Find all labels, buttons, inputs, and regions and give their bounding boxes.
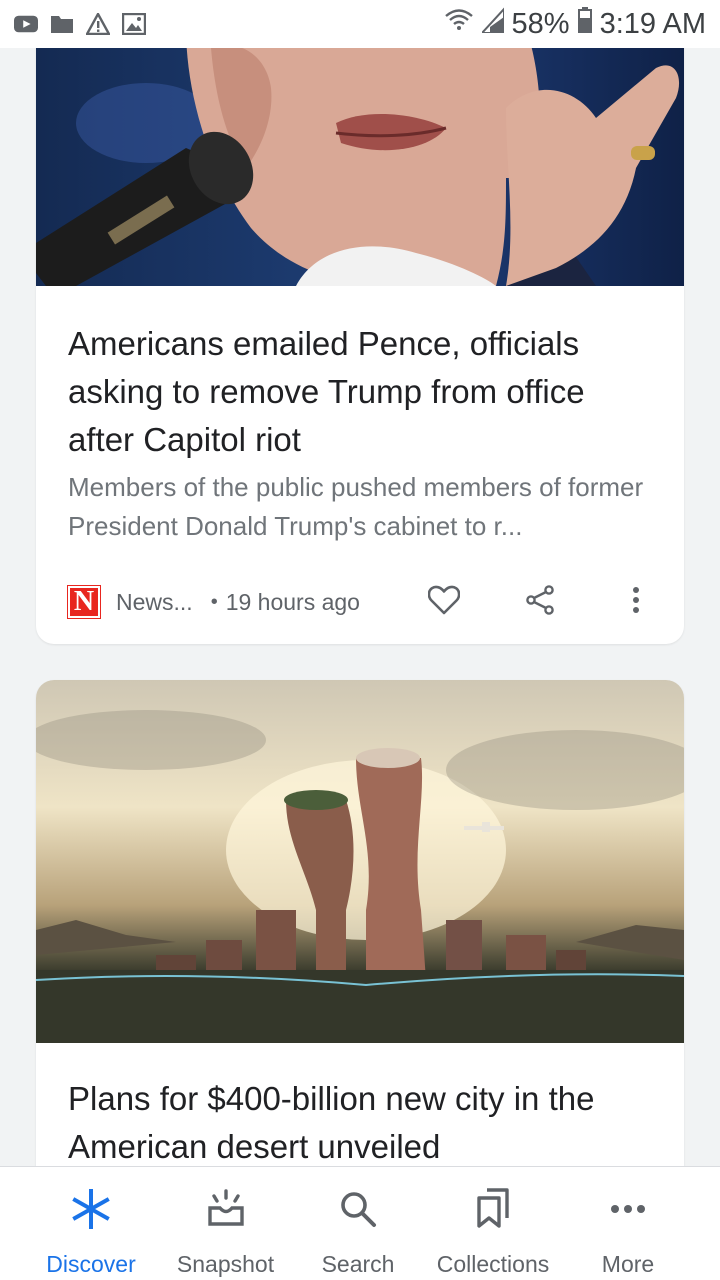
collections-icon [471, 1187, 515, 1231]
overflow-menu-button[interactable] [616, 582, 656, 622]
share-icon [525, 584, 555, 620]
battery-icon [577, 7, 592, 41]
warning-icon [86, 12, 110, 36]
signal-icon [479, 6, 505, 41]
clock: 3:19 AM [599, 7, 706, 40]
status-bar: 58% 3:19 AM [0, 0, 720, 48]
nav-search[interactable]: Search [313, 1167, 403, 1280]
share-button[interactable] [520, 582, 560, 622]
source-name[interactable]: News... [116, 589, 193, 616]
nav-label: Discover [46, 1251, 136, 1277]
article-card[interactable]: Plans for $400-billion new city in the A… [36, 680, 684, 1166]
nav-discover[interactable]: Discover [36, 1167, 146, 1280]
article-headline[interactable]: Americans emailed Pence, officials askin… [68, 320, 656, 464]
nav-label: Search [321, 1251, 395, 1277]
heart-icon [427, 585, 461, 620]
battery-level: 58% [511, 7, 570, 40]
more-horiz-icon [606, 1187, 650, 1231]
like-button[interactable] [424, 582, 464, 622]
article-card[interactable]: Americans emailed Pence, officials askin… [36, 48, 684, 644]
youtube-icon [14, 12, 38, 36]
article-image[interactable] [36, 48, 684, 286]
system-indicators: 58% 3:19 AM [444, 6, 706, 41]
source-logo: N [67, 585, 101, 619]
discover-feed[interactable]: Americans emailed Pence, officials askin… [0, 48, 720, 1166]
nav-label: More [601, 1251, 655, 1277]
published-time: 19 hours ago [225, 588, 360, 615]
more-vert-icon [632, 586, 640, 619]
search-icon [336, 1187, 380, 1231]
nav-more[interactable]: More [588, 1167, 668, 1280]
article-headline[interactable]: Plans for $400-billion new city in the A… [68, 1075, 656, 1166]
nav-snapshot[interactable]: Snapshot [168, 1167, 283, 1280]
meta-separator: • [210, 590, 218, 613]
nav-label: Snapshot [176, 1251, 275, 1277]
bottom-navigation: Discover Snapshot Search Collections Mor… [0, 1166, 720, 1280]
nav-collections[interactable]: Collections [424, 1167, 562, 1280]
folder-icon [50, 12, 74, 36]
nav-label: Collections [436, 1251, 550, 1277]
article-image[interactable] [36, 680, 684, 1043]
asterisk-icon [69, 1187, 113, 1231]
article-snippet[interactable]: Members of the public pushed members of … [68, 468, 656, 546]
snapshot-icon [204, 1187, 248, 1231]
notification-icons [14, 12, 146, 36]
image-icon [122, 12, 146, 36]
wifi-icon [444, 7, 474, 41]
article-meta: N News... • 19 hours ago [67, 582, 656, 622]
